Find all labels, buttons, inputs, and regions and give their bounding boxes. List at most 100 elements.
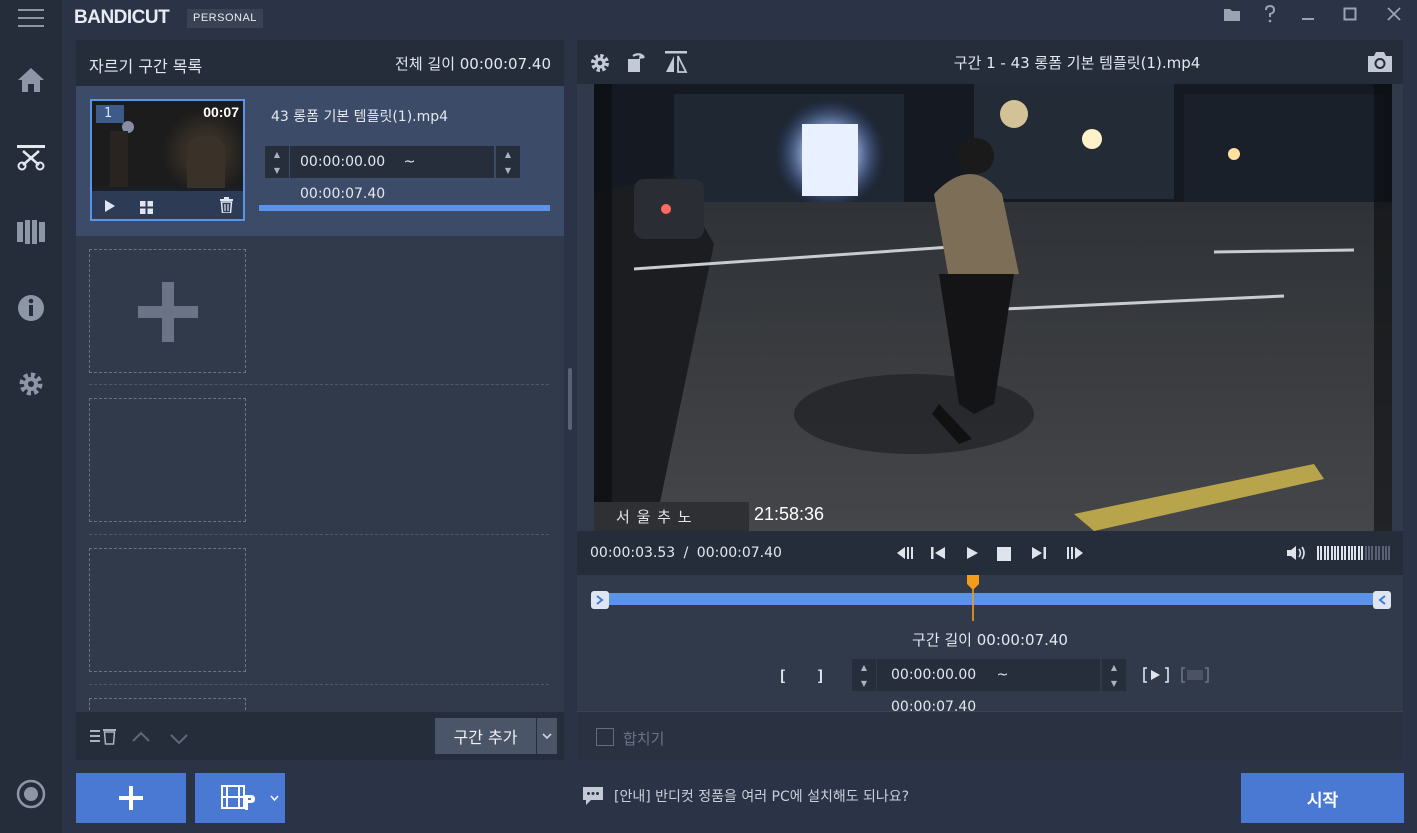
goto-end-icon[interactable]	[1065, 545, 1085, 565]
timeline-start-time[interactable]: 00:00:00.00	[891, 667, 976, 683]
segment-end-time[interactable]: 00:00:07.40	[300, 186, 385, 202]
preview-segment-icon[interactable]	[1143, 667, 1169, 687]
trash-icon[interactable]	[220, 197, 233, 217]
title-bar: BANDICUT PERSONAL	[62, 0, 1417, 38]
panel-splitter[interactable]	[568, 368, 572, 430]
volume-icon[interactable]	[1286, 544, 1308, 566]
app-logo: BANDICUT	[74, 7, 170, 28]
camera-icon[interactable]	[1367, 51, 1393, 77]
next-frame-icon[interactable]	[1030, 545, 1048, 565]
player-title: 구간 1 - 43 롱폼 기본 템플릿(1).mp4	[953, 54, 1201, 72]
play-icon[interactable]	[965, 545, 979, 565]
chevron-left-icon	[1378, 595, 1386, 605]
maximize-icon[interactable]	[1330, 0, 1370, 28]
help-icon[interactable]	[1250, 0, 1290, 28]
start-button[interactable]: 시작	[1241, 773, 1404, 823]
notice[interactable]: [안내] 반디컷 정품을 여러 PC에 설치해도 되나요?	[582, 786, 909, 806]
settings-icon[interactable]	[0, 356, 62, 412]
add-segment-dropdown[interactable]	[537, 718, 557, 754]
chevron-up-icon[interactable]: ▲	[852, 659, 876, 675]
volume-tick	[1327, 546, 1330, 560]
slot-divider	[89, 684, 549, 685]
segment-time-range[interactable]: 00:00:00.00 ~ 00:00:07.40	[290, 146, 494, 202]
folder-icon[interactable]	[1212, 0, 1252, 28]
add-file-button[interactable]	[76, 773, 186, 823]
volume-tick	[1357, 546, 1360, 560]
split-mode-icon[interactable]	[0, 204, 62, 260]
chevron-up-icon[interactable]: ▲	[496, 146, 520, 162]
add-file-slot[interactable]	[89, 249, 246, 373]
info-icon[interactable]	[0, 280, 62, 336]
playhead[interactable]	[966, 575, 980, 621]
chevron-up-icon[interactable]: ▲	[1102, 659, 1126, 675]
chevron-down-icon[interactable]: ▼	[496, 162, 520, 178]
loop-segment-icon[interactable]	[1181, 667, 1209, 687]
volume-tick	[1371, 546, 1374, 560]
chevron-down-icon[interactable]: ▼	[1102, 675, 1126, 691]
end-time-stepper[interactable]: ▲ ▼	[496, 146, 520, 178]
prev-frame-icon[interactable]	[929, 545, 947, 565]
volume-tick	[1330, 546, 1333, 560]
grid-icon[interactable]	[140, 199, 153, 218]
empty-slot	[89, 398, 246, 522]
volume-tick	[1378, 546, 1381, 560]
chevron-down-icon[interactable]: ▼	[265, 162, 289, 178]
goto-start-icon[interactable]	[895, 545, 915, 565]
segment-item[interactable]: 1 00:07 43 롱폼 기본 템플릿(1).mp4 ▲ ▼ 00:00:00…	[76, 86, 564, 236]
play-icon[interactable]	[104, 198, 116, 217]
video-overlay-time: 21:58:36	[754, 504, 825, 524]
segment-duration: 00:07	[203, 104, 239, 120]
timeline-start-stepper[interactable]: ▲ ▼	[852, 659, 876, 691]
timeline-bar[interactable]	[591, 593, 1391, 605]
notice-text[interactable]: [안내] 반디컷 정품을 여러 PC에 설치해도 되나요?	[614, 786, 909, 806]
stop-icon[interactable]	[997, 546, 1011, 565]
chat-bubble-icon	[583, 787, 603, 805]
edition-badge: PERSONAL	[187, 9, 263, 28]
volume-tick	[1374, 546, 1377, 560]
record-icon[interactable]	[0, 766, 62, 822]
empty-slot	[89, 698, 246, 710]
end-handle[interactable]	[1373, 591, 1391, 609]
volume-slider[interactable]	[1317, 546, 1391, 560]
add-segment-button[interactable]: 구간 추가	[435, 718, 536, 754]
set-start-icon[interactable]: [	[778, 667, 787, 685]
video-format-icon	[221, 785, 255, 810]
move-up-icon[interactable]	[132, 728, 150, 747]
merge-checkbox[interactable]	[596, 728, 614, 746]
close-icon[interactable]	[1374, 0, 1414, 28]
start-handle[interactable]	[591, 591, 609, 609]
player-header: 구간 1 - 43 롱폼 기본 템플릿(1).mp4	[577, 40, 1403, 84]
total-length: 전체 길이 00:00:07.40	[395, 55, 551, 73]
minimize-icon[interactable]	[1288, 0, 1328, 28]
chevron-up-icon[interactable]: ▲	[265, 146, 289, 162]
video-overlay-location: 서 울 추 노	[616, 508, 693, 526]
time-tilde: ~	[403, 154, 416, 170]
volume-tick	[1351, 546, 1353, 560]
slot-divider	[89, 534, 549, 535]
output-format-button[interactable]	[195, 773, 285, 823]
cut-mode-icon[interactable]	[0, 128, 62, 184]
volume-tick	[1388, 546, 1391, 560]
delete-all-icon[interactable]	[90, 726, 118, 750]
timeline-area: 구간 길이 00:00:07.40 [ ] ▲ ▼ 00:00:00.00 ~ …	[577, 575, 1403, 715]
volume-tick	[1344, 546, 1347, 560]
playback-controls: 00:00:03.53 / 00:00:07.40	[577, 531, 1403, 575]
volume-tick	[1320, 546, 1323, 560]
video-preview[interactable]: 서 울 추 노 21:58:36	[594, 84, 1392, 531]
timeline-end-stepper[interactable]: ▲ ▼	[1102, 659, 1126, 691]
start-time-stepper[interactable]: ▲ ▼	[265, 146, 289, 178]
set-end-icon[interactable]: ]	[816, 667, 825, 685]
segment-filename: 43 롱폼 기본 템플릿(1).mp4	[271, 109, 449, 125]
move-down-icon[interactable]	[170, 730, 188, 749]
home-icon[interactable]	[0, 52, 62, 108]
segment-start-time[interactable]: 00:00:00.00	[300, 154, 385, 170]
chevron-down-icon[interactable]: ▼	[852, 675, 876, 691]
chevron-down-icon	[542, 732, 552, 739]
segment-list-footer: 구간 추가	[76, 712, 564, 760]
segment-thumbnail[interactable]: 1 00:07	[90, 99, 245, 221]
menu-icon[interactable]	[0, 0, 62, 36]
thumbnail-controls	[92, 191, 243, 219]
time-separator: /	[683, 545, 689, 561]
timeline-time-range[interactable]: 00:00:00.00 ~ 00:00:07.40	[877, 659, 1100, 715]
merge-row: 합치기	[577, 711, 1403, 760]
